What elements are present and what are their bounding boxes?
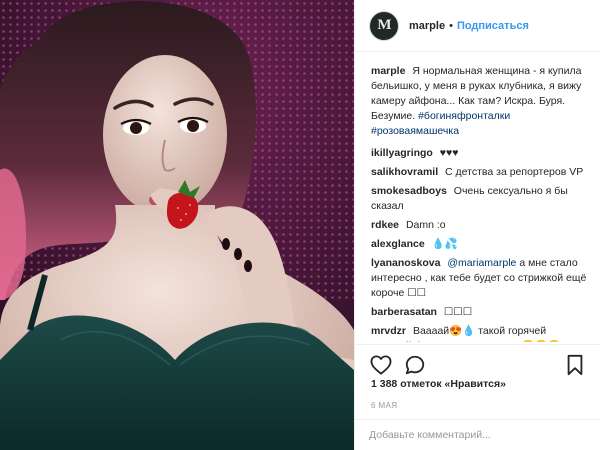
comment-item: lyananoskova @mariamarple а мне стало ин… [371,256,587,301]
avatar-logo: M [377,17,391,33]
post-side-panel: M marple • Подписаться marple Я нормальн… [354,0,600,450]
comment-username[interactable]: smokesadboys [371,185,447,197]
like-button[interactable] [369,353,393,377]
comment-username[interactable]: mrvdzr [371,325,406,337]
comment-text: ♥♥♥ [439,147,459,159]
comment-username[interactable]: lyananoskova [371,257,440,269]
comment-username[interactable]: ikillyagringo [371,147,433,159]
comment-button[interactable] [403,353,427,377]
post-date[interactable]: 6 мая [371,401,397,410]
comment-username[interactable]: alexglance [371,238,425,250]
save-button[interactable] [563,353,587,377]
comment-bubble-icon [405,355,425,374]
photo-illustration [0,0,354,450]
post-photo[interactable] [0,0,354,450]
post-header: M marple • Подписаться [355,0,600,52]
instagram-post: M marple • Подписаться marple Я нормальн… [0,0,600,450]
comment-item: ikillyagringo ♥♥♥ [371,146,587,161]
hashtag-link[interactable]: #богиняфронталки [418,110,510,122]
comment-item: smokesadboys Очень сексуально я бы сказа… [371,184,587,214]
comment-text: Damn :o [405,219,446,231]
likes-count[interactable]: 1 388 отметок «Нравится» [371,378,506,390]
comment-username[interactable]: salikhovramil [371,166,438,178]
caption-username[interactable]: marple [371,65,405,77]
avatar[interactable]: M [369,10,399,41]
comment-text: 💧💦 [431,238,458,250]
comment-item: alexglance 💧💦 [371,237,587,252]
comment-item: barberasatan ☐☐☐ [371,305,587,320]
bookmark-icon [567,354,583,375]
comment-input[interactable] [369,429,587,441]
header-username[interactable]: marple [409,20,445,32]
comments-list[interactable]: marple Я нормальная женщина - я купила б… [355,52,600,342]
heart-icon [370,354,392,375]
comment-item: mrvdzr Ваааай😍💧 такой горячей штучкой бы… [371,324,587,342]
follow-button[interactable]: Подписаться [457,20,529,32]
hashtag-link[interactable]: #розоваямашечка [371,125,459,137]
comment-item: salikhovramil С детства за репортеров VP [371,165,587,180]
comment-text: ☐☐☐ [443,306,473,318]
comment-mention[interactable]: @mariamarple [447,257,516,269]
comment-text: С детства за репортеров VP [445,166,584,178]
header-separator: • [449,19,453,32]
comment-username[interactable]: barberasatan [371,306,437,318]
comment-item: rdkee Damn :o [371,218,587,233]
add-comment-bar [355,419,600,450]
caption: marple Я нормальная женщина - я купила б… [371,64,587,139]
comment-username[interactable]: rdkee [371,219,399,231]
